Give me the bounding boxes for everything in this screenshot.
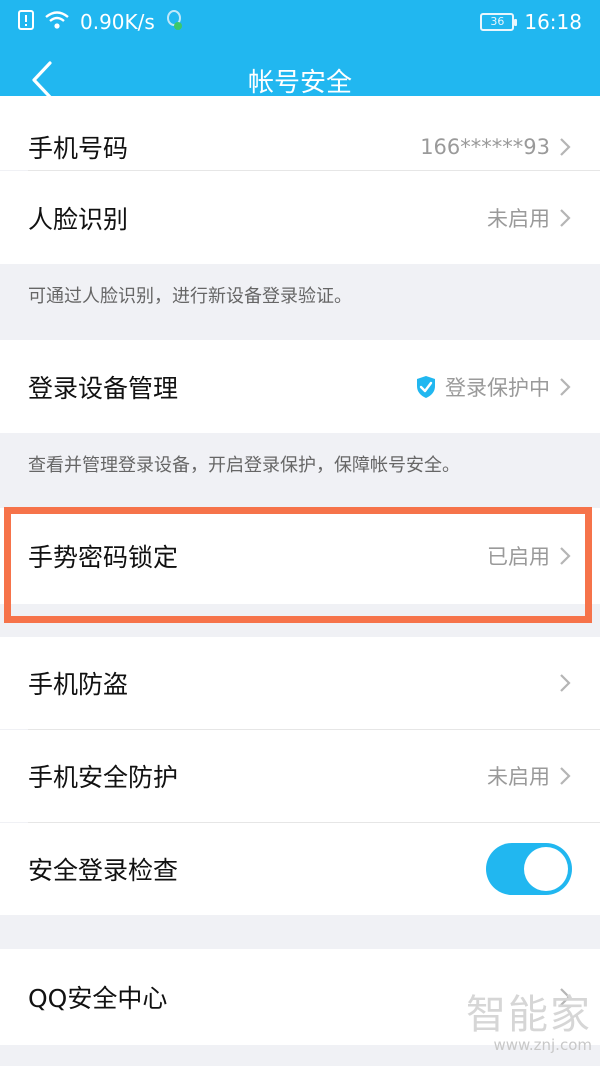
clock: 16:18 [524,10,582,34]
qq-security-center-label: QQ安全中心 [28,984,168,1013]
face-recognition-note: 可通过人脸识别，进行新设备登录验证。 [28,286,352,307]
notification-icon [18,9,34,35]
watermark-brand: 智能家 [466,992,592,1038]
status-bar: 0.90K/s 36 16:18 [0,0,600,44]
login-protection-status: 登录保护中 [445,375,550,400]
face-recognition-row[interactable]: 人脸识别 未启用 [0,171,600,264]
chevron-right-icon [560,138,571,156]
safe-login-toggle[interactable] [486,843,572,895]
watermark: 智能家 www.znj.com [466,982,592,1054]
net-speed: 0.90K/s [80,10,155,34]
device-management-label: 登录设备管理 [28,373,179,403]
wifi-icon [44,10,70,35]
highlight-box [4,507,592,623]
phone-number-label: 手机号码 [28,134,129,163]
chevron-right-icon [560,208,571,227]
qq-status-icon [165,9,183,36]
safe-login-row: 安全登录检查 [0,823,600,915]
anti-theft-row[interactable]: 手机防盗 [0,637,600,729]
device-management-row[interactable]: 登录设备管理 登录保护中 [0,340,600,433]
toggle-knob [524,847,568,891]
safe-login-label: 安全登录检查 [28,856,179,885]
phone-protection-label: 手机安全防护 [28,763,179,792]
battery-icon: 36 [480,13,518,31]
face-recognition-label: 人脸识别 [28,204,129,234]
device-management-note: 查看并管理登录设备，开启登录保护，保障帐号安全。 [28,455,460,476]
phone-number-row[interactable]: 手机号码 166******93 [0,96,600,170]
chevron-right-icon [560,377,571,396]
chevron-right-icon [560,767,571,785]
face-recognition-status: 未启用 [487,206,550,231]
anti-theft-label: 手机防盗 [28,670,129,699]
chevron-right-icon [560,674,571,692]
shield-check-icon [417,375,435,398]
phone-protection-row[interactable]: 手机安全防护 未启用 [0,730,600,822]
phone-number-value: 166******93 [420,135,550,159]
phone-protection-status: 未启用 [487,765,550,789]
